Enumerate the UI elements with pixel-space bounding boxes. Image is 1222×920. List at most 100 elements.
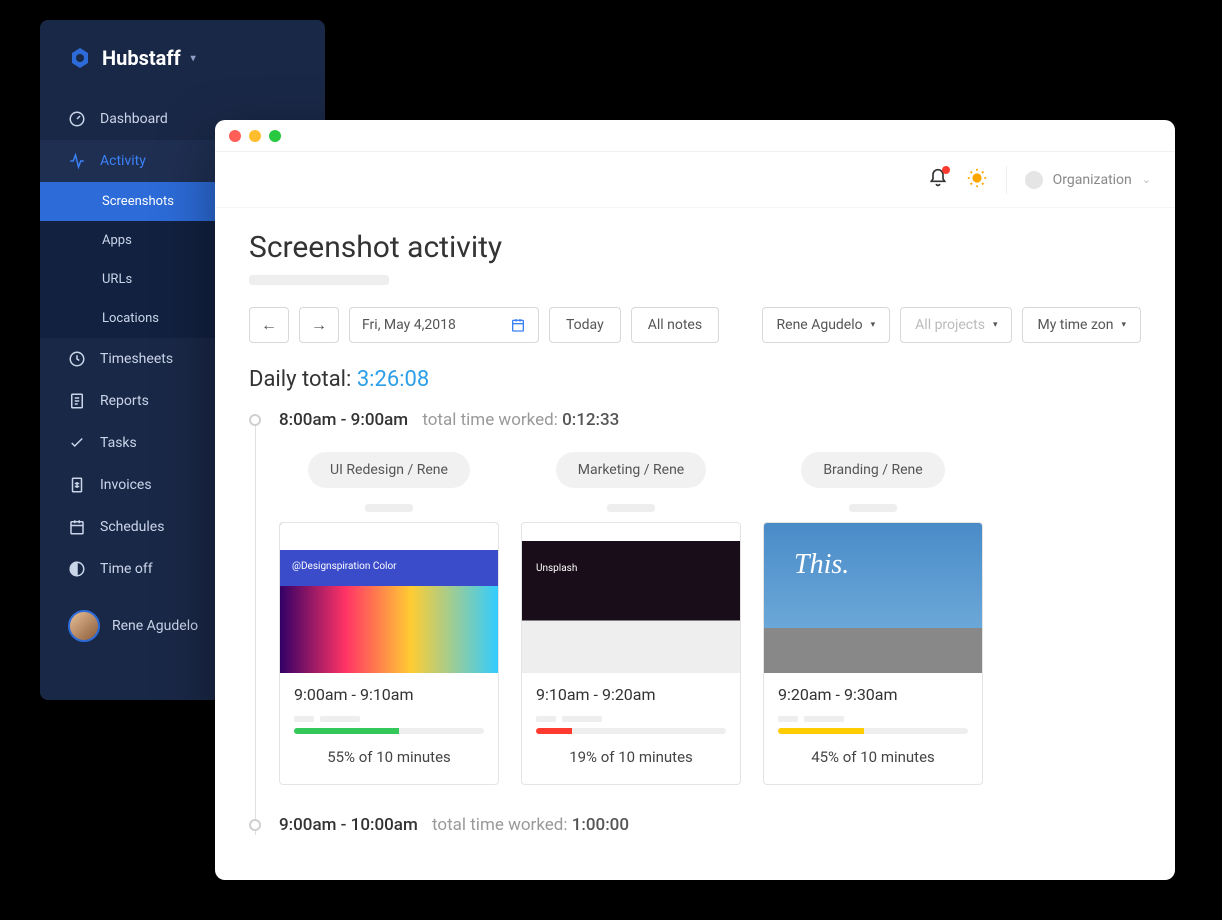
user-name: Rene Agudelo (112, 618, 198, 634)
date-value: Fri, May 4,2018 (362, 317, 456, 333)
cards-row: UI Redesign / Rene 9:00am - 9:10am 55% o… (279, 452, 1141, 785)
avatar (68, 610, 100, 642)
timeline: 8:00am - 9:00am total time worked: 0:12:… (249, 410, 1141, 835)
brand-name: Hubstaff (102, 46, 181, 70)
project-pill[interactable]: Branding / Rene (801, 452, 944, 488)
activity-bar (778, 728, 968, 734)
today-button[interactable]: Today (549, 307, 621, 343)
notification-badge (942, 166, 950, 174)
content: Screenshot activity ← → Fri, May 4,2018 … (215, 208, 1175, 879)
caret-down-icon: ▾ (1121, 320, 1126, 330)
sidebar-item-label: Schedules (100, 519, 164, 535)
card-body: 9:20am - 9:30am 45% of 10 minutes (764, 673, 982, 784)
sidebar-item-label: Dashboard (100, 111, 168, 127)
hubstaff-logo-icon (68, 46, 92, 70)
placeholder (365, 504, 413, 512)
calendar-icon (68, 518, 86, 536)
placeholder (849, 504, 897, 512)
card-time: 9:20am - 9:30am (778, 685, 968, 704)
sidebar-item-label: Tasks (100, 435, 137, 451)
daily-total: Daily total: 3:26:08 (249, 367, 1141, 392)
next-day-button[interactable]: → (299, 307, 339, 343)
placeholder (294, 716, 484, 722)
daily-total-value: 3:26:08 (357, 367, 429, 392)
screenshot-card[interactable]: 9:10am - 9:20am 19% of 10 minutes (521, 522, 741, 785)
activity-bar (536, 728, 726, 734)
timeline-dot (249, 414, 261, 426)
daily-total-label: Daily total: (249, 367, 351, 392)
chevron-down-icon: ⌄ (1142, 173, 1151, 186)
window-close[interactable] (229, 130, 241, 142)
card-time: 9:10am - 9:20am (536, 685, 726, 704)
calendar-icon (510, 317, 526, 333)
caret-down-icon: ▾ (191, 53, 196, 64)
page-title: Screenshot activity (249, 230, 1141, 265)
theme-toggle[interactable] (966, 167, 988, 193)
screenshot-thumb (764, 523, 982, 673)
report-icon (68, 392, 86, 410)
time-range: 9:00am - 10:00am (279, 815, 418, 835)
placeholder (778, 716, 968, 722)
notifications-button[interactable] (928, 168, 948, 192)
project-pill[interactable]: Marketing / Rene (556, 452, 706, 488)
placeholder (607, 504, 655, 512)
gauge-icon (68, 110, 86, 128)
card-column: UI Redesign / Rene 9:00am - 9:10am 55% o… (279, 452, 499, 785)
card-time: 9:00am - 9:10am (294, 685, 484, 704)
topbar: Organization ⌄ (215, 152, 1175, 208)
screenshot-thumb (522, 523, 740, 673)
sidebar-item-label: Invoices (100, 477, 152, 493)
card-body: 9:00am - 9:10am 55% of 10 minutes (280, 673, 498, 784)
invoice-icon (68, 476, 86, 494)
projects-filter[interactable]: All projects▾ (900, 307, 1012, 343)
org-avatar (1025, 171, 1043, 189)
time-block: 9:00am - 10:00am total time worked: 1:00… (279, 815, 1141, 835)
sidebar-item-label: Activity (100, 153, 146, 169)
activity-icon (68, 152, 86, 170)
activity-percent: 55% of 10 minutes (294, 748, 484, 766)
caret-down-icon: ▾ (993, 320, 998, 330)
sidebar-item-label: Reports (100, 393, 149, 409)
project-pill[interactable]: UI Redesign / Rene (308, 452, 470, 488)
placeholder (249, 275, 389, 285)
window-maximize[interactable] (269, 130, 281, 142)
time-header: 8:00am - 9:00am total time worked: 0:12:… (279, 410, 1141, 430)
org-label: Organization (1053, 172, 1132, 188)
worked-text: total time worked: 0:12:33 (422, 410, 619, 430)
brand-selector[interactable]: Hubstaff ▾ (40, 46, 325, 98)
screenshot-thumb (280, 523, 498, 673)
activity-bar (294, 728, 484, 734)
card-column: Branding / Rene 9:20am - 9:30am 45% of 1… (763, 452, 983, 785)
card-body: 9:10am - 9:20am 19% of 10 minutes (522, 673, 740, 784)
time-header: 9:00am - 10:00am total time worked: 1:00… (279, 815, 1141, 835)
activity-percent: 19% of 10 minutes (536, 748, 726, 766)
time-range: 8:00am - 9:00am (279, 410, 408, 430)
timeline-dot (249, 819, 261, 831)
filters: ← → Fri, May 4,2018 Today All notes Rene… (249, 307, 1141, 343)
placeholder (536, 716, 726, 722)
clock-icon (68, 350, 86, 368)
card-column: Marketing / Rene 9:10am - 9:20am 19% of … (521, 452, 741, 785)
screenshot-card[interactable]: 9:20am - 9:30am 45% of 10 minutes (763, 522, 983, 785)
screenshot-card[interactable]: 9:00am - 9:10am 55% of 10 minutes (279, 522, 499, 785)
all-notes-button[interactable]: All notes (631, 307, 719, 343)
window-minimize[interactable] (249, 130, 261, 142)
organization-selector[interactable]: Organization ⌄ (1025, 171, 1151, 189)
timeline-line (255, 420, 256, 835)
caret-down-icon: ▾ (871, 320, 876, 330)
check-icon (68, 434, 86, 452)
date-picker[interactable]: Fri, May 4,2018 (349, 307, 539, 343)
window-titlebar (215, 120, 1175, 152)
worked-text: total time worked: 1:00:00 (432, 815, 629, 835)
sun-icon (966, 167, 988, 189)
time-block: 8:00am - 9:00am total time worked: 0:12:… (279, 410, 1141, 785)
sidebar-item-label: Timesheets (100, 351, 173, 367)
sidebar-item-label: Time off (100, 561, 153, 577)
activity-percent: 45% of 10 minutes (778, 748, 968, 766)
prev-day-button[interactable]: ← (249, 307, 289, 343)
user-filter[interactable]: Rene Agudelo▾ (762, 307, 891, 343)
timezone-filter[interactable]: My time zone▾ (1022, 307, 1141, 343)
app-window: Organization ⌄ Screenshot activity ← → F… (215, 120, 1175, 880)
timeoff-icon (68, 560, 86, 578)
divider (1006, 166, 1007, 194)
